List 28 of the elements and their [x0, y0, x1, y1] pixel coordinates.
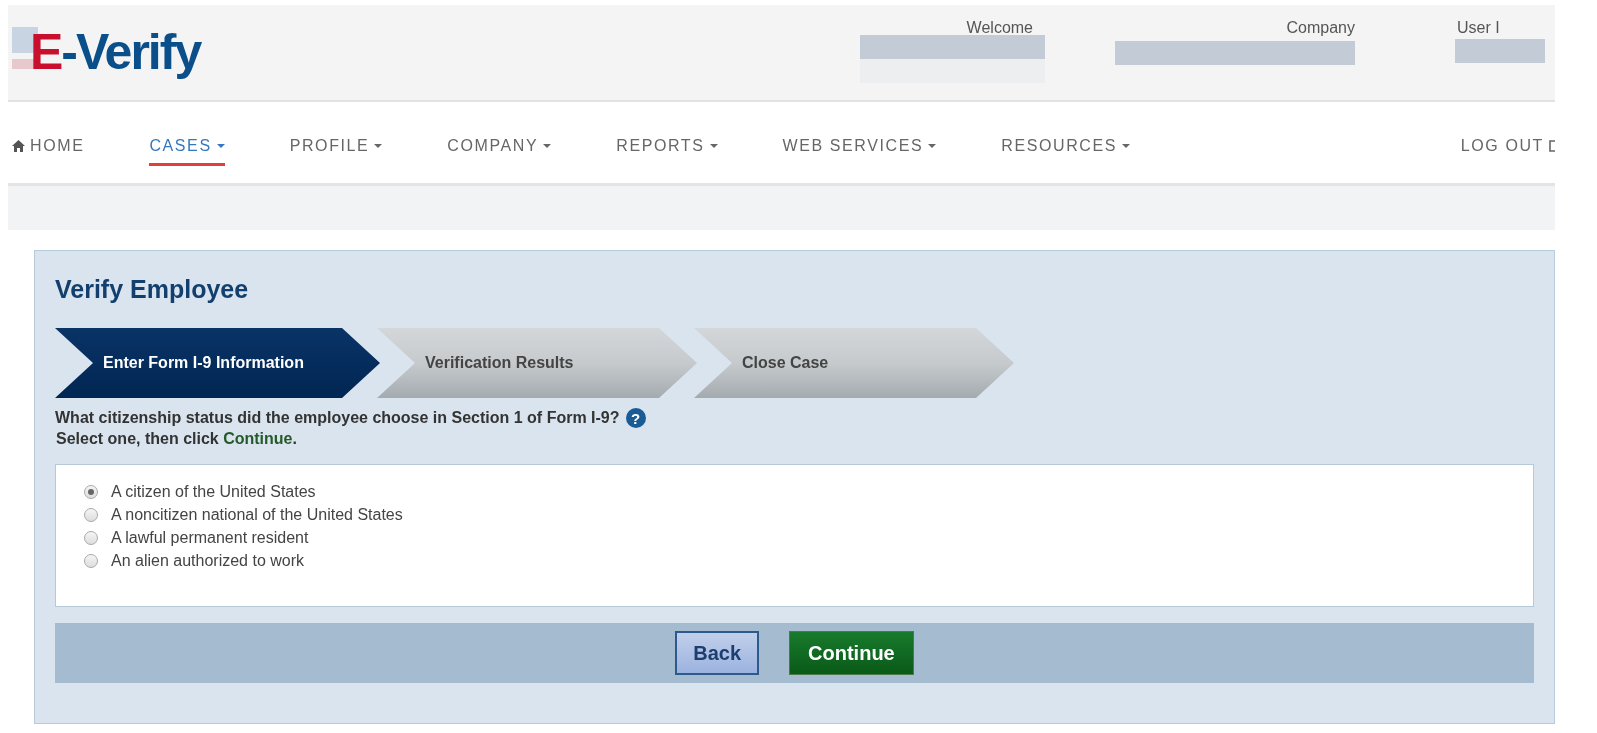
question-text: What citizenship status did the employee choose in Section 1 of Form I-9? [55, 409, 620, 427]
user-info-label: Company [1286, 19, 1355, 37]
user-info-label: Welcome [966, 19, 1033, 37]
logo[interactable]: E-Verify [12, 23, 201, 81]
help-icon[interactable]: ? [625, 408, 646, 428]
continue-button[interactable]: Continue [789, 631, 914, 675]
nav-link[interactable]: CASES [149, 129, 225, 166]
option-label[interactable]: A citizen of the United States [111, 483, 316, 501]
option-label[interactable]: A lawful permanent resident [111, 529, 309, 547]
user-info-label: User I [1457, 19, 1500, 37]
home-icon [12, 140, 25, 152]
nav-link[interactable]: WEB SERVICES [782, 129, 937, 166]
nav-link[interactable]: HOME [12, 129, 85, 166]
logout-icon [1549, 140, 1555, 152]
nav-link[interactable]: COMPANY [447, 129, 552, 166]
back-button[interactable]: Back [675, 631, 760, 675]
instruction-text: Select one, then click Continue. [56, 430, 298, 448]
option-label[interactable]: An alien authorized to work [111, 552, 304, 570]
radio-button[interactable] [84, 531, 98, 545]
option-label[interactable]: A noncitizen national of the United States [111, 506, 403, 524]
nav-link[interactable]: PROFILE [289, 129, 383, 166]
panel-title: Verify Employee [55, 275, 250, 304]
radio-button[interactable] [84, 554, 98, 568]
radio-button[interactable] [84, 508, 98, 522]
radio-button[interactable] [84, 485, 98, 499]
nav-link[interactable]: RESOURCES [1001, 129, 1130, 166]
nav-link[interactable]: REPORTS [616, 129, 718, 166]
logout-link[interactable]: LOG OUT [1460, 129, 1555, 166]
